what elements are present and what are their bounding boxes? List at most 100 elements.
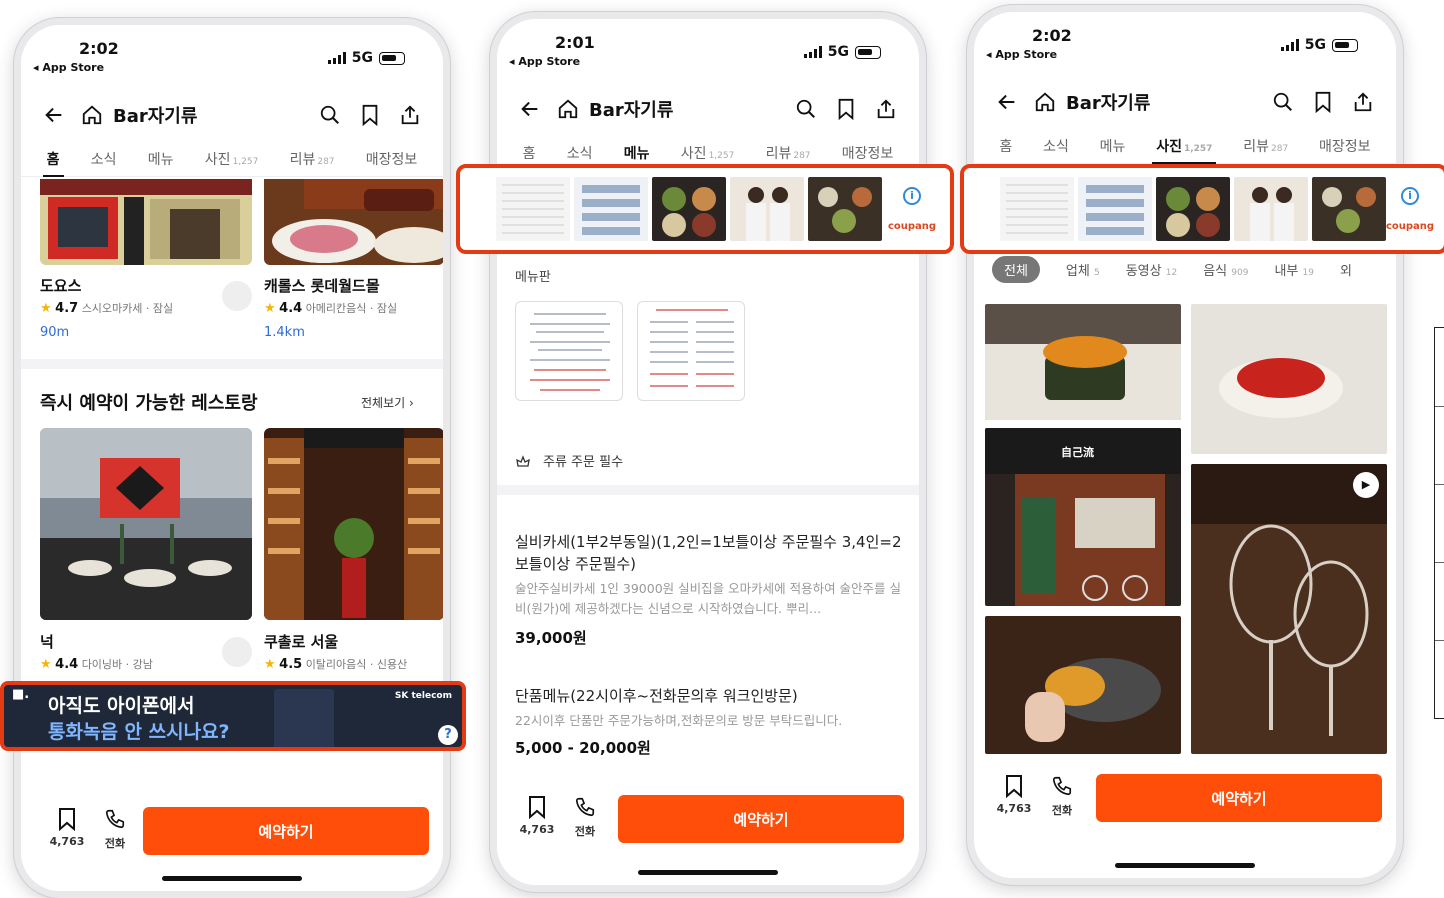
ad-thumb[interactable]	[574, 177, 648, 241]
bookmark-count-button[interactable]: 4,763	[996, 774, 1032, 815]
share-icon[interactable]	[871, 94, 901, 124]
ad-info-icon[interactable]: ?	[438, 725, 458, 745]
menu-board-image[interactable]	[515, 301, 623, 401]
search-icon[interactable]	[791, 94, 821, 124]
tab-news[interactable]: 소식	[91, 143, 117, 176]
place-meta: ★ 4.4 아메리칸음식 · 잠실	[264, 301, 398, 316]
phone-screen-menu: 2:01 ◂ App Store 5G Bar자기류 홈 소식 메뉴 사진 1,2…	[490, 12, 926, 892]
photo-storefront[interactable]: 自己流	[985, 428, 1181, 606]
page-title: Bar자기류	[113, 106, 198, 127]
menu-board-image[interactable]	[637, 301, 745, 401]
place-meta: ★ 4.7 스시오마카세 · 잠실	[40, 301, 174, 316]
filter-interior[interactable]: 내부 19	[1274, 260, 1314, 279]
search-icon[interactable]	[315, 100, 345, 130]
photo-filter-bar: 전체 업체 5 동영상 12 음식 909 내부 19 외	[992, 256, 1352, 283]
photo-tuna-sushi[interactable]	[1191, 304, 1387, 454]
ad-thumb[interactable]	[652, 177, 726, 241]
ad-brand-block: i coupang	[1386, 186, 1434, 232]
tab-store-info[interactable]: 매장정보	[1319, 130, 1371, 163]
filter-exterior[interactable]: 외	[1340, 260, 1352, 279]
share-icon[interactable]	[1348, 87, 1378, 117]
bookmark-icon[interactable]	[1308, 87, 1338, 117]
call-button[interactable]: 전화	[1044, 774, 1080, 818]
search-icon[interactable]	[1268, 87, 1298, 117]
ad-thumb[interactable]	[730, 177, 804, 241]
ad-thumb[interactable]	[496, 177, 570, 241]
section-divider	[21, 359, 443, 369]
ad-thumb[interactable]	[1078, 177, 1152, 241]
bookmark-count-button[interactable]: 4,763	[49, 807, 85, 848]
ad-thumb[interactable]	[808, 177, 882, 241]
filter-video[interactable]: 동영상 12	[1126, 260, 1177, 279]
back-arrow-icon[interactable]	[39, 100, 69, 130]
app-bar: Bar자기류	[21, 97, 443, 133]
bookmark-icon[interactable]	[355, 100, 385, 130]
ad-thumb[interactable]	[1312, 177, 1386, 241]
restaurant-name[interactable]: 쿠촐로 서울	[264, 631, 338, 652]
restaurant-photo-nuk[interactable]	[40, 428, 252, 620]
menu-item-title[interactable]: 단품메뉴(22시이후~전화문의후 워크인방문)	[515, 685, 905, 707]
tab-photos[interactable]: 사진 1,257	[1152, 130, 1217, 164]
back-arrow-icon[interactable]	[515, 94, 545, 124]
home-icon[interactable]	[553, 94, 583, 124]
photo-wine-glasses-video[interactable]: ▶	[1191, 464, 1387, 754]
ad-phone-graphic	[274, 689, 334, 747]
restaurant-name[interactable]: 넉	[40, 631, 54, 652]
call-button[interactable]: 전화	[97, 807, 133, 851]
reserve-button[interactable]: 예약하기	[618, 795, 904, 843]
coupang-ad-strip-photos[interactable]: i coupang	[960, 164, 1444, 254]
bookmark-count-button[interactable]: 4,763	[519, 795, 555, 836]
network-label: 5G	[827, 44, 849, 60]
back-to-app-store[interactable]: ◂ App Store	[509, 55, 580, 68]
status-time: 2:02	[1032, 26, 1072, 45]
share-icon[interactable]	[395, 100, 425, 130]
bookmark-toggle-icon[interactable]	[222, 637, 252, 667]
ad-info-icon[interactable]: i	[903, 186, 921, 205]
partial-table-edge	[1434, 327, 1444, 719]
tab-news[interactable]: 소식	[1043, 130, 1069, 163]
call-button[interactable]: 전화	[567, 795, 603, 839]
photo-uni-spoon[interactable]	[985, 616, 1181, 754]
reserve-button[interactable]: 예약하기	[143, 807, 429, 855]
menu-item-title[interactable]: 실비카세(1부2부동일)(1,2인=1보틀이상 주문필수 3,4인=2보틀이상 …	[515, 531, 905, 575]
network-label: 5G	[1304, 37, 1326, 53]
reserve-button[interactable]: 예약하기	[1096, 774, 1382, 822]
tab-reviews[interactable]: 리뷰 287	[290, 143, 335, 176]
sk-telecom-ad-banner[interactable]: ■. 아직도 아이폰에서 통화녹음 안 쓰시나요? SK telecom ?	[0, 681, 466, 751]
home-icon[interactable]	[1030, 87, 1060, 117]
ad-info-icon[interactable]: i	[1401, 186, 1419, 205]
star-icon: ★	[40, 657, 52, 672]
filter-business[interactable]: 업체 5	[1066, 260, 1100, 279]
bookmark-toggle-icon[interactable]	[222, 281, 252, 311]
tab-store-info[interactable]: 매장정보	[366, 143, 418, 176]
place-name[interactable]: 도요스	[40, 275, 81, 296]
photo-uni-sushi[interactable]	[985, 304, 1181, 420]
place-photo-toyosu[interactable]	[40, 179, 252, 265]
restaurant-photo-cucciolo[interactable]	[264, 428, 443, 620]
tab-menu[interactable]: 메뉴	[148, 143, 174, 176]
tab-reviews[interactable]: 리뷰 287	[1243, 130, 1288, 163]
filter-all[interactable]: 전체	[992, 256, 1040, 283]
bookmark-icon[interactable]	[831, 94, 861, 124]
signal-icon	[1280, 39, 1299, 51]
restaurant-meta: ★ 4.5 이탈리아음식 · 신용산	[264, 657, 408, 672]
view-all-link[interactable]: 전체보기 ›	[361, 394, 414, 411]
ad-thumb[interactable]	[1234, 177, 1308, 241]
filter-food[interactable]: 음식 909	[1203, 260, 1248, 279]
place-photo-carrols[interactable]	[264, 179, 443, 265]
ad-thumb[interactable]	[1000, 177, 1074, 241]
coupang-ad-strip-menu[interactable]: i coupang	[456, 164, 954, 254]
tab-home[interactable]: 홈	[42, 143, 64, 177]
ad-brand: coupang	[887, 220, 937, 232]
play-icon[interactable]: ▶	[1353, 472, 1379, 498]
home-icon[interactable]	[77, 100, 107, 130]
back-to-app-store[interactable]: ◂ App Store	[33, 61, 104, 74]
tab-menu[interactable]: 메뉴	[1100, 130, 1126, 163]
tab-photos[interactable]: 사진 1,257	[205, 143, 259, 176]
back-to-app-store[interactable]: ◂ App Store	[986, 48, 1057, 61]
menu-item-desc: 술안주실비카세 1인 39000원 실비집을 오마카세에 적용하여 술안주를 실…	[515, 581, 902, 616]
back-arrow-icon[interactable]	[992, 87, 1022, 117]
place-name[interactable]: 캐롤스 롯데월드몰	[264, 275, 380, 296]
tab-home[interactable]: 홈	[999, 130, 1012, 163]
ad-thumb[interactable]	[1156, 177, 1230, 241]
